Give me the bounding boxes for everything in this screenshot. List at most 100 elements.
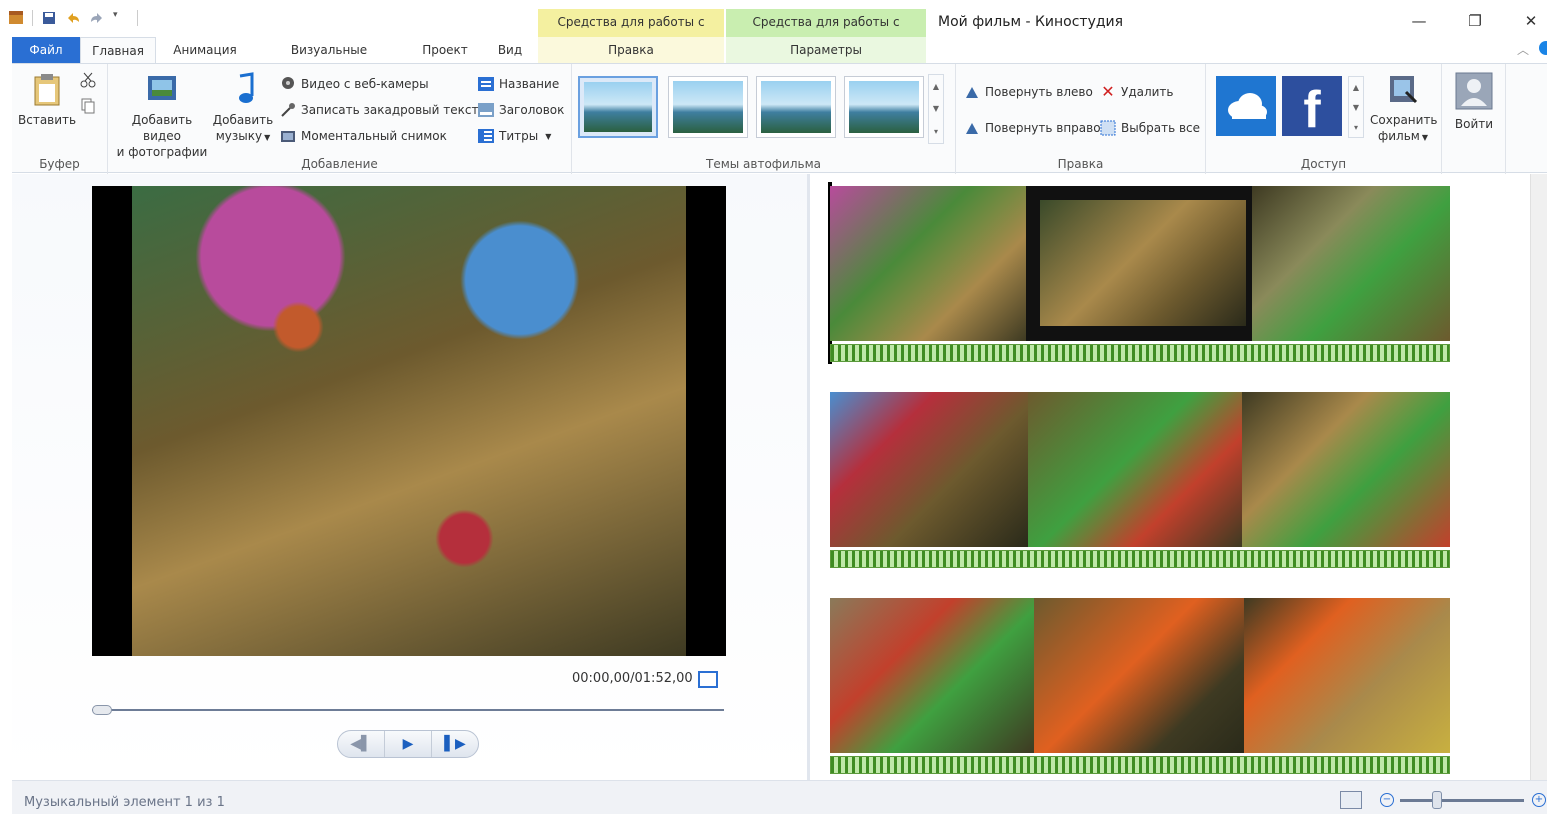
gallery-expand-icon[interactable]: ▾ <box>1354 123 1358 132</box>
title-button[interactable]: Название <box>478 76 559 92</box>
previous-frame-button[interactable]: ◀▌ <box>338 731 385 757</box>
status-bar: Музыкальный элемент 1 из 1 − + <box>12 780 1547 814</box>
add-video-photos-button[interactable]: Добавить видео и фотографии <box>114 72 210 160</box>
quick-access-toolbar: ▾ <box>8 10 138 26</box>
paste-label: Вставить <box>18 113 77 127</box>
themes-gallery-scroll[interactable]: ▲ ▼ ▾ <box>928 74 944 144</box>
chevron-up-icon[interactable]: ▲ <box>1353 83 1359 92</box>
tab-animation[interactable]: Анимация <box>165 37 245 63</box>
tab-home[interactable]: Главная <box>80 37 156 63</box>
save-movie-button[interactable]: Сохранить фильм ▼ <box>1370 72 1438 146</box>
theme-pan-zoom[interactable] <box>844 76 924 138</box>
select-all-button[interactable]: Выбрать все <box>1100 120 1200 136</box>
delete-icon: ✕ <box>1101 82 1115 101</box>
clip-thumbnail[interactable] <box>1026 186 1252 341</box>
scissors-icon[interactable] <box>80 72 96 91</box>
theme-fade[interactable] <box>756 76 836 138</box>
music-track[interactable] <box>830 550 1450 568</box>
add-music-button[interactable]: Добавить музыку ▼ <box>212 72 274 146</box>
facebook-icon: f <box>1303 81 1321 139</box>
help-icon[interactable] <box>1539 41 1547 55</box>
clip-thumbnail[interactable] <box>1244 598 1450 753</box>
zoom-slider[interactable] <box>1400 799 1524 802</box>
paste-button[interactable]: Вставить <box>18 72 76 128</box>
clip-thumbnail[interactable] <box>1028 392 1242 547</box>
clip-thumbnail[interactable] <box>1252 186 1450 341</box>
theme-default[interactable] <box>578 76 658 138</box>
credits-icon <box>478 128 494 144</box>
chevron-down-icon[interactable]: ▼ <box>933 104 939 113</box>
seek-bar[interactable] <box>92 709 724 711</box>
undo-icon[interactable] <box>65 10 81 26</box>
save-icon[interactable] <box>41 10 57 26</box>
zoom-out-button[interactable]: − <box>1380 793 1394 807</box>
storyboard-row <box>830 392 1450 572</box>
delete-button[interactable]: ✕ Удалить <box>1100 82 1173 101</box>
group-add: Добавить видео и фотографии Добавить муз… <box>108 64 572 174</box>
tab-view[interactable]: Вид <box>488 37 532 63</box>
group-label-themes: Темы автофильма <box>705 157 822 171</box>
thumbnail-size-icon[interactable] <box>1340 791 1362 809</box>
tab-options[interactable]: Параметры <box>726 37 926 63</box>
snapshot-button[interactable]: Моментальный снимок <box>280 128 447 144</box>
rotate-left-button[interactable]: Повернуть влево <box>964 84 1093 100</box>
group-label-clipboard: Буфер <box>39 157 80 171</box>
facebook-button[interactable]: f <box>1282 76 1342 139</box>
clip-thumbnail[interactable] <box>830 598 1034 753</box>
chevron-up-icon[interactable]: ▲ <box>933 82 939 91</box>
ribbon-tabs: Файл Главная Анимация Визуальные эффекты… <box>0 37 1547 83</box>
webcam-label: Видео с веб-камеры <box>301 77 429 91</box>
qat-customize-icon[interactable]: ▾ <box>113 10 129 26</box>
restore-button[interactable]: ❐ <box>1460 12 1490 30</box>
group-label-editing: Правка <box>1057 157 1104 171</box>
tab-project[interactable]: Проект <box>414 37 476 63</box>
zoom-in-button[interactable]: + <box>1532 793 1546 807</box>
ribbon: Вставить Буфер Добавить видео и фотограф… <box>12 63 1547 174</box>
clip-thumbnail[interactable] <box>830 186 1026 341</box>
tab-visual-effects[interactable]: Визуальные эффекты <box>258 37 400 83</box>
microphone-icon <box>280 102 296 118</box>
caption-button[interactable]: Заголовок <box>478 102 564 118</box>
copy-icon[interactable] <box>80 98 96 117</box>
share-gallery-scroll[interactable]: ▲ ▼ ▾ <box>1348 76 1364 138</box>
rotate-right-button[interactable]: Повернуть вправо <box>964 120 1101 136</box>
qat-separator <box>137 10 138 26</box>
seek-handle[interactable] <box>92 705 112 715</box>
redo-icon[interactable] <box>89 10 105 26</box>
group-label-add: Добавление <box>301 157 378 171</box>
minimize-button[interactable]: — <box>1404 12 1434 30</box>
tab-file[interactable]: Файл <box>12 37 80 63</box>
zoom-slider-handle[interactable] <box>1432 791 1442 809</box>
music-track[interactable] <box>830 344 1450 362</box>
sign-in-button[interactable]: Войти <box>1450 72 1498 132</box>
snapshot-label: Моментальный снимок <box>301 129 447 143</box>
context-header-video: Средства для работы с видео <box>538 9 724 55</box>
previous-frame-icon: ◀▌ <box>350 736 372 752</box>
storyboard[interactable] <box>810 174 1547 780</box>
credits-button[interactable]: Титры ▼ <box>478 128 551 144</box>
tab-edit[interactable]: Правка <box>538 37 724 63</box>
chevron-down-icon[interactable]: ▼ <box>1353 103 1359 112</box>
record-narration-button[interactable]: Записать закадровый текст▼ <box>280 102 492 118</box>
music-track[interactable] <box>830 756 1450 774</box>
theme-preview <box>584 82 652 132</box>
play-button[interactable]: ▶ <box>385 731 432 757</box>
video-preview[interactable] <box>92 186 726 656</box>
gallery-expand-icon[interactable]: ▾ <box>934 127 938 136</box>
storyboard-scrollbar[interactable] <box>1530 174 1547 780</box>
fullscreen-icon[interactable] <box>698 671 718 688</box>
clip-thumbnail[interactable] <box>1034 598 1244 753</box>
onedrive-button[interactable] <box>1216 76 1276 136</box>
webcam-video-button[interactable]: Видео с веб-камеры <box>280 76 429 92</box>
preview-image <box>132 186 686 656</box>
credits-label: Титры <box>499 129 539 143</box>
playback-controls: ◀▌ ▶ ▌▶ <box>337 730 479 758</box>
select-all-label: Выбрать все <box>1121 121 1201 135</box>
close-button[interactable]: ✕ <box>1516 12 1546 30</box>
clip-thumbnail[interactable] <box>830 392 1028 547</box>
clip-thumbnail[interactable] <box>1242 392 1450 547</box>
theme-contemporary[interactable] <box>668 76 748 138</box>
clipboard-icon <box>30 72 64 106</box>
next-frame-button[interactable]: ▌▶ <box>432 731 478 757</box>
collapse-ribbon-icon[interactable]: ︿ <box>1517 41 1529 58</box>
